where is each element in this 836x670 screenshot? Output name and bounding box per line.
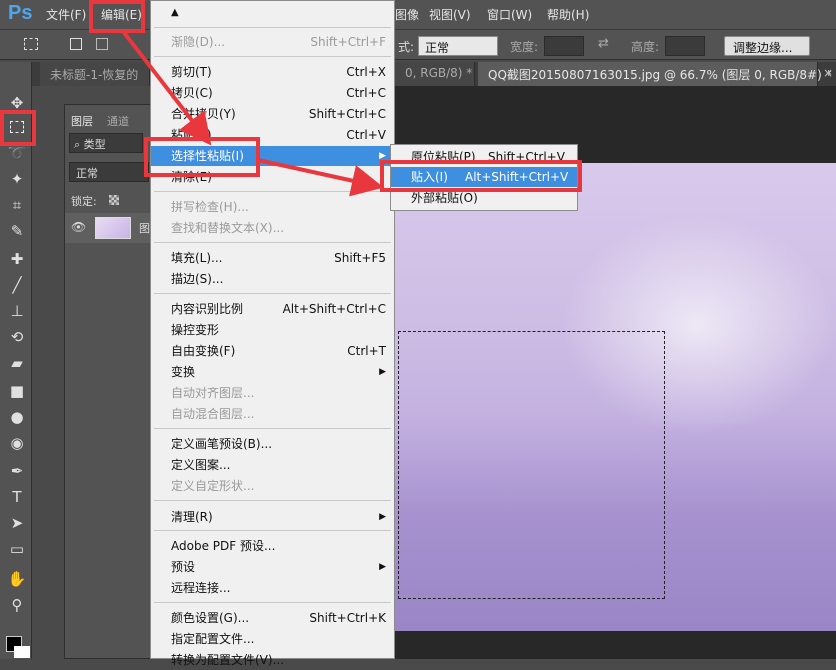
arrow-paste-special-to-paste-into — [257, 158, 384, 197]
annotation-arrows — [120, 28, 384, 197]
arrow-edit-to-paste-special — [120, 28, 212, 146]
